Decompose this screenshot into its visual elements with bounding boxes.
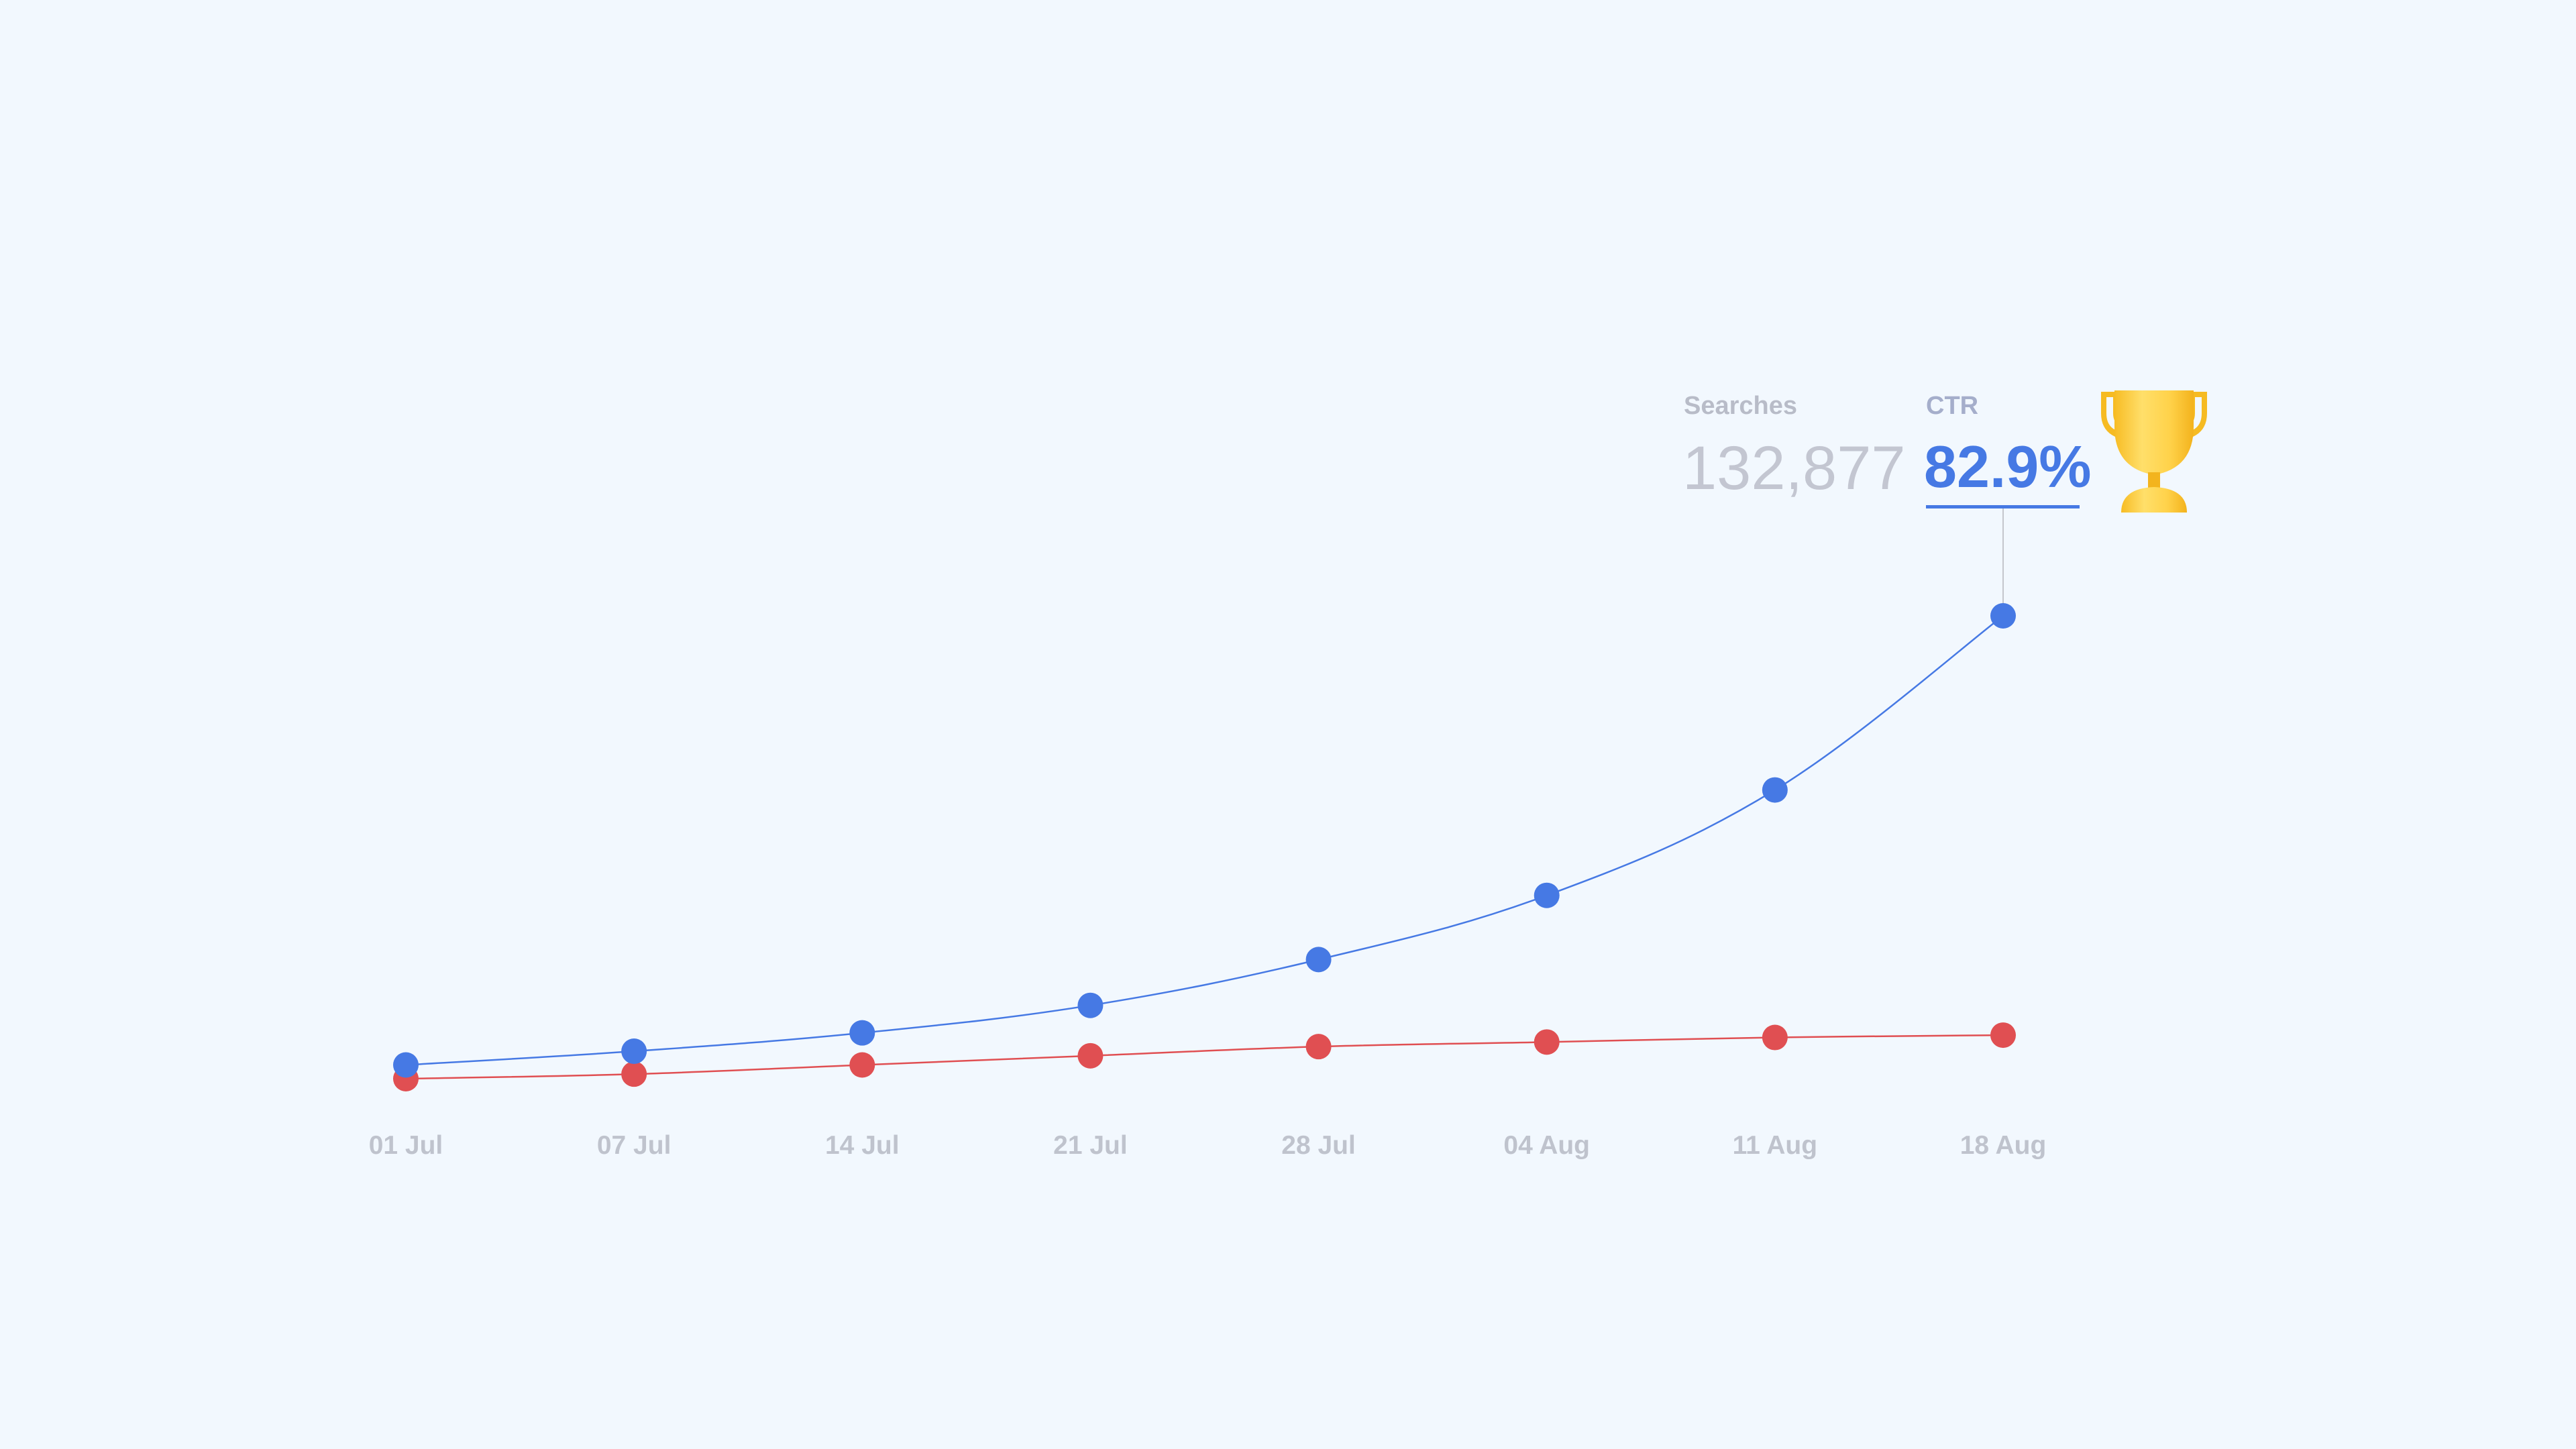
trophy-icon (2101, 390, 2207, 513)
ctr-point-7[interactable] (1990, 603, 2016, 629)
searches-point-5[interactable] (1534, 1029, 1560, 1055)
searches-point-2[interactable] (849, 1052, 875, 1078)
searches-point-6[interactable] (1762, 1024, 1788, 1051)
ctr-value: 82.9% (1924, 433, 2092, 500)
ctr-series-line (405, 615, 2004, 1066)
ctr-point-6[interactable] (1762, 777, 1788, 803)
x-tick-label: 28 Jul (1281, 1131, 1356, 1160)
ctr-point-4[interactable] (1305, 947, 1332, 973)
searches-label: Searches (1684, 392, 1798, 420)
x-tick-label: 07 Jul (597, 1131, 672, 1160)
x-tick-label: 18 Aug (1960, 1131, 2047, 1160)
chart-stage: 01 Jul 07 Jul 14 Jul 21 Jul 28 Jul 04 Aug 11 A… (0, 0, 2576, 1449)
searches-point-1[interactable] (621, 1061, 647, 1087)
ctr-point-5[interactable] (1534, 882, 1560, 908)
ctr-underline (1926, 505, 2080, 508)
searches-value: 132,877 (1682, 434, 1906, 502)
ctr-point-0[interactable] (393, 1052, 419, 1078)
x-tick-label: 21 Jul (1053, 1131, 1128, 1160)
searches-point-3[interactable] (1077, 1042, 1104, 1069)
x-tick-label: 01 Jul (369, 1131, 443, 1160)
x-tick-label: 14 Jul (825, 1131, 900, 1160)
ctr-label: CTR (1926, 392, 1979, 420)
ctr-point-2[interactable] (849, 1020, 875, 1046)
ctr-point-1[interactable] (621, 1038, 647, 1065)
ctr-point-3[interactable] (1077, 992, 1104, 1018)
x-tick-label: 04 Aug (1503, 1131, 1590, 1160)
searches-point-4[interactable] (1305, 1034, 1332, 1060)
line-chart: 01 Jul 07 Jul 14 Jul 21 Jul 28 Jul 04 Aug 11 A… (369, 508, 2047, 1160)
searches-point-7[interactable] (1990, 1022, 2016, 1049)
x-tick-label: 11 Aug (1733, 1131, 1817, 1160)
